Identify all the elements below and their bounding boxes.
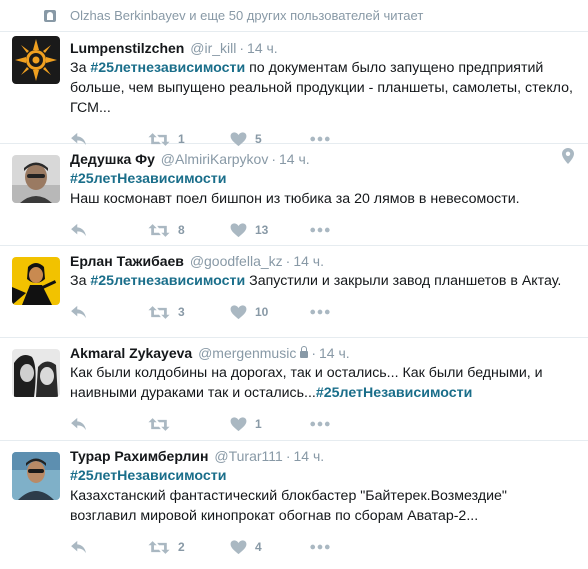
reply-icon bbox=[70, 540, 88, 554]
avatar[interactable] bbox=[12, 257, 60, 305]
more-icon bbox=[310, 309, 330, 315]
tweet[interactable]: Дедушка Фу @AlmiriKarpykov · 14 ч. #25летН… bbox=[0, 144, 588, 246]
followers-context-text[interactable]: Olzhas Berkinbayev и еще 50 других польз… bbox=[70, 8, 423, 23]
tweet-time[interactable]: 14 ч. bbox=[293, 448, 324, 464]
tweet-actions: 8 13 bbox=[70, 215, 576, 245]
retweet-button[interactable]: 8 bbox=[148, 223, 230, 238]
more-button[interactable] bbox=[310, 544, 330, 550]
reply-button[interactable] bbox=[70, 223, 148, 237]
hashtag-link[interactable]: #25летнезависимости bbox=[90, 273, 245, 289]
more-icon bbox=[310, 544, 330, 550]
retweet-icon bbox=[148, 540, 170, 555]
hashtag-link[interactable]: #25летНезависимости bbox=[70, 468, 226, 484]
hashtag-link[interactable]: #25летНезависимости bbox=[316, 385, 472, 401]
lock-icon bbox=[300, 346, 309, 358]
avatar[interactable] bbox=[12, 36, 60, 84]
author-name[interactable]: Дедушка Фу bbox=[70, 151, 155, 167]
avatar[interactable] bbox=[12, 452, 60, 500]
tweet-time[interactable]: 14 ч. bbox=[319, 345, 350, 361]
more-button[interactable] bbox=[310, 309, 330, 315]
heart-icon bbox=[230, 540, 247, 555]
tweet[interactable]: Турар Рахимберлин @Turar111 · 14 ч. #25лет… bbox=[0, 441, 588, 569]
author-name[interactable]: Akmaral Zykayeva bbox=[70, 345, 192, 361]
author-handle[interactable]: @ir_kill bbox=[190, 40, 236, 56]
author-handle[interactable]: @goodfella_kz bbox=[190, 253, 283, 269]
heart-icon bbox=[230, 223, 247, 238]
retweet-icon bbox=[148, 417, 170, 432]
tweet-text: #25летНезависимости Наш космонавт поел би… bbox=[70, 171, 520, 207]
tweet[interactable]: Ерлан Тажибаев @goodfella_kz · 14 ч. За #2… bbox=[0, 246, 588, 338]
like-count: 4 bbox=[255, 540, 262, 554]
like-button[interactable]: 4 bbox=[230, 540, 310, 555]
retweet-button[interactable]: 2 bbox=[148, 540, 230, 555]
more-button[interactable] bbox=[310, 136, 330, 142]
avatar[interactable] bbox=[12, 349, 60, 397]
reply-button[interactable] bbox=[70, 417, 148, 431]
reply-button[interactable] bbox=[70, 305, 148, 319]
hashtag-link[interactable]: #25летНезависимости bbox=[70, 171, 226, 187]
author-handle[interactable]: @mergenmusic bbox=[198, 345, 296, 361]
author-name[interactable]: Lumpenstilzchen bbox=[70, 40, 184, 56]
location-pin-icon[interactable] bbox=[562, 148, 574, 164]
heart-icon bbox=[230, 417, 247, 432]
tweet-actions: 1 bbox=[70, 409, 576, 439]
tweet-time[interactable]: 14 ч. bbox=[293, 253, 324, 269]
tweet[interactable]: Lumpenstilzchen @ir_kill · 14 ч. За #25лет… bbox=[0, 32, 588, 146]
followers-context-bar: Olzhas Berkinbayev и еще 50 других польз… bbox=[0, 0, 588, 32]
tweet[interactable]: Akmaral Zykayeva @mergenmusic · 14 ч. Как … bbox=[0, 338, 588, 441]
retweet-count: 2 bbox=[178, 540, 185, 554]
retweet-icon bbox=[148, 223, 170, 238]
author-name[interactable]: Турар Рахимберлин bbox=[70, 448, 209, 464]
reply-button[interactable] bbox=[70, 540, 148, 554]
more-icon bbox=[310, 421, 330, 427]
reply-icon bbox=[70, 305, 88, 319]
like-count: 13 bbox=[255, 223, 269, 237]
tweet-text: #25летНезависимости Казахстанский фантаст… bbox=[70, 468, 507, 524]
more-button[interactable] bbox=[310, 227, 330, 233]
author-handle[interactable]: @Turar111 bbox=[214, 448, 282, 464]
more-button[interactable] bbox=[310, 421, 330, 427]
more-icon bbox=[310, 136, 330, 142]
more-icon bbox=[310, 227, 330, 233]
retweet-button[interactable]: 3 bbox=[148, 305, 230, 320]
like-count: 10 bbox=[255, 305, 269, 319]
retweet-button[interactable] bbox=[148, 417, 230, 432]
tweet-text: Как были колдобины на дорогах, так и ост… bbox=[70, 365, 543, 401]
author-name[interactable]: Ерлан Тажибаев bbox=[70, 253, 184, 269]
like-count: 1 bbox=[255, 417, 262, 431]
tweet-text: За #25летнезависимости Запустили и закры… bbox=[70, 273, 562, 289]
tweet-time[interactable]: 14 ч. bbox=[247, 40, 278, 56]
tweet-time[interactable]: 14 ч. bbox=[279, 151, 310, 167]
heart-icon bbox=[230, 305, 247, 320]
like-button[interactable]: 13 bbox=[230, 223, 310, 238]
like-button[interactable]: 10 bbox=[230, 305, 310, 320]
reply-icon bbox=[70, 223, 88, 237]
reply-icon bbox=[70, 417, 88, 431]
tweet-actions: 2 4 bbox=[70, 532, 576, 562]
retweet-count: 3 bbox=[178, 305, 185, 319]
author-handle[interactable]: @AlmiriKarpykov bbox=[161, 151, 269, 167]
retweet-count: 8 bbox=[178, 223, 185, 237]
avatar[interactable] bbox=[12, 155, 60, 203]
like-button[interactable]: 1 bbox=[230, 417, 310, 432]
tweet-text: За #25летнезависимости по документам был… bbox=[70, 60, 573, 116]
hashtag-link[interactable]: #25летнезависимости bbox=[90, 60, 245, 76]
retweet-icon bbox=[148, 305, 170, 320]
person-icon bbox=[44, 9, 56, 22]
tweet-actions: 3 10 bbox=[70, 297, 576, 327]
